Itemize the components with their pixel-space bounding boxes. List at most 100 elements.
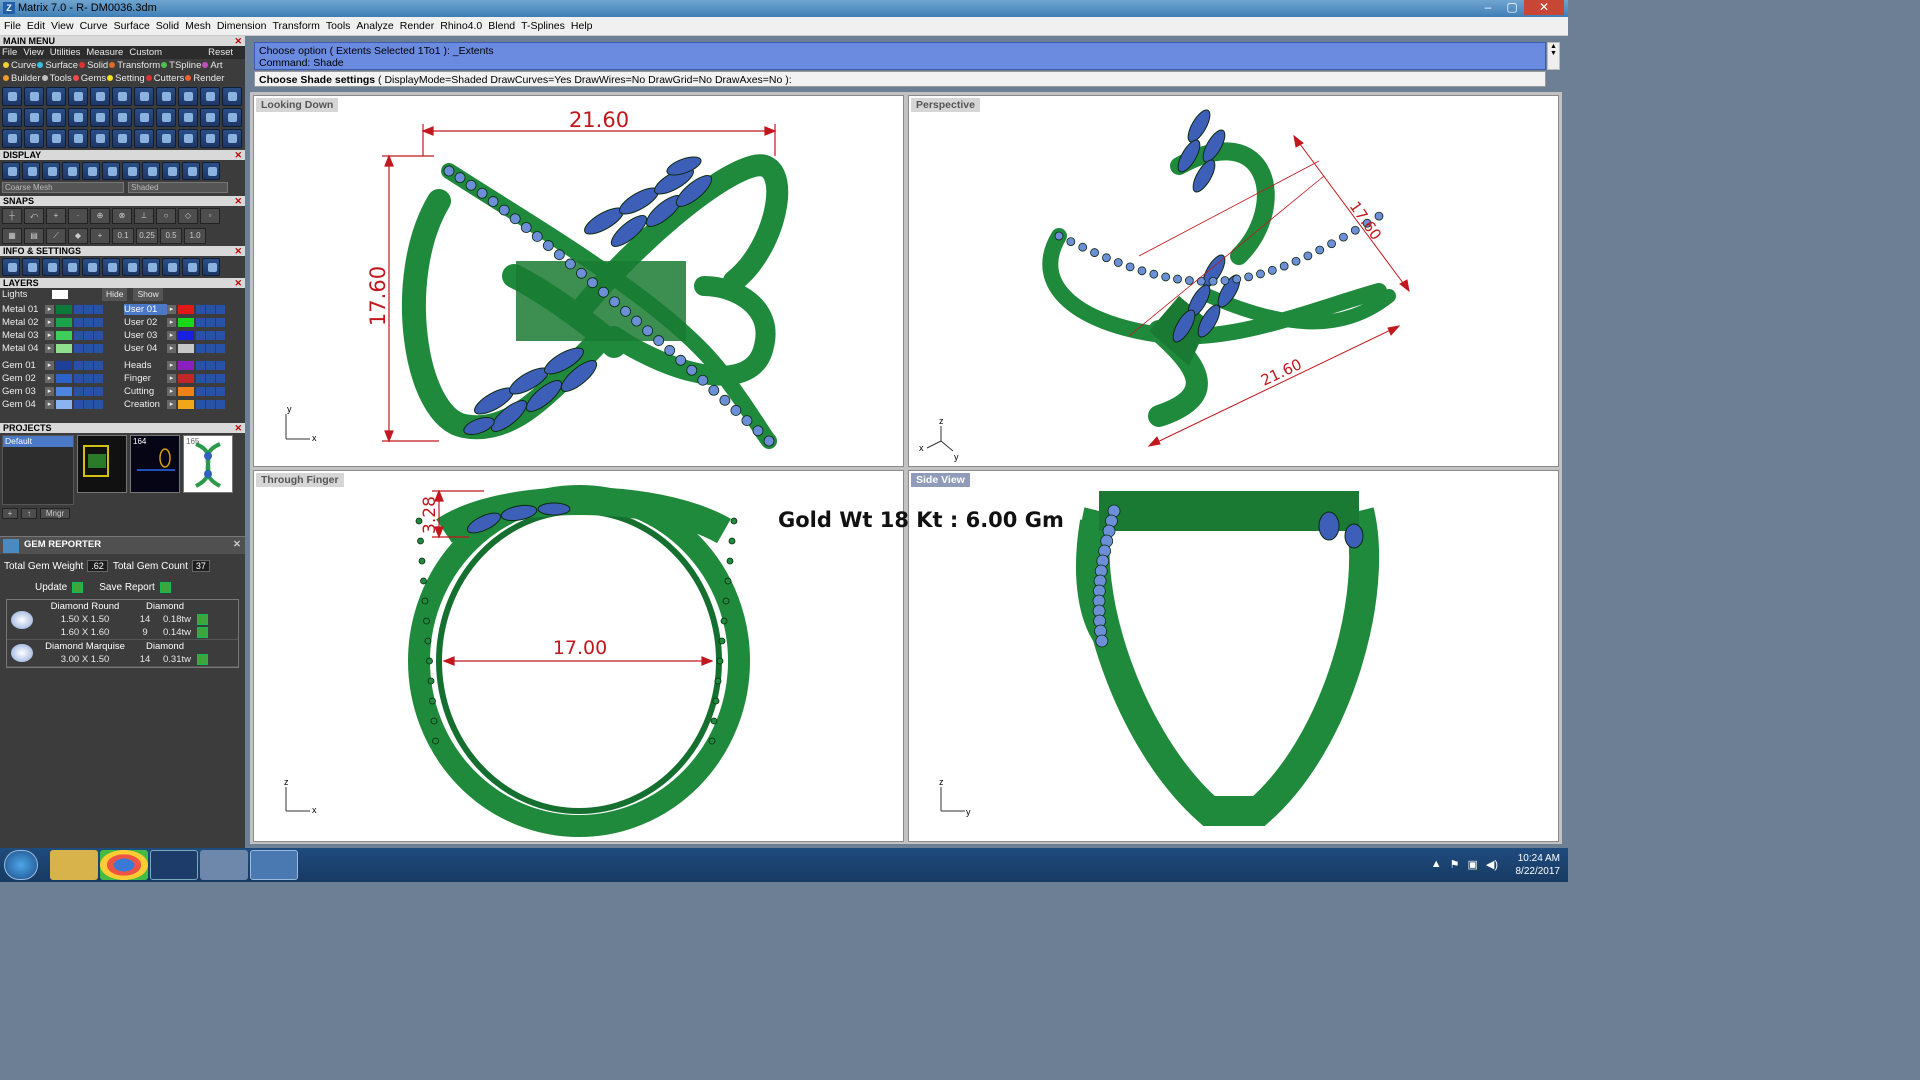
layer-row[interactable]: Creation ▸: [124, 398, 242, 411]
layer-color-swatch[interactable]: [178, 387, 194, 396]
layer-expand-icon[interactable]: ▸: [45, 331, 54, 340]
layer-row[interactable]: User 03 ▸: [124, 329, 242, 342]
layer-color-swatch[interactable]: [178, 374, 194, 383]
menu-help[interactable]: Help: [571, 20, 599, 32]
layer-row[interactable]: Gem 01 ▸: [2, 359, 120, 372]
minimize-button[interactable]: –: [1476, 0, 1500, 15]
project-thumbnail[interactable]: 164: [130, 435, 180, 493]
layer-visibility-icon[interactable]: [84, 331, 93, 340]
menu-dimension[interactable]: Dimension: [217, 20, 273, 32]
menu-edit[interactable]: Edit: [27, 20, 51, 32]
layer-lock-icon[interactable]: [196, 331, 205, 340]
layer-color-swatch[interactable]: [56, 305, 72, 314]
layer-visibility-icon[interactable]: [206, 344, 215, 353]
layer-lock-icon[interactable]: [196, 387, 205, 396]
info-tool-icon[interactable]: [2, 258, 20, 276]
layer-expand-icon[interactable]: ▸: [167, 387, 176, 396]
main-tool-icon[interactable]: [134, 129, 154, 148]
main-menu-item-cutters[interactable]: Cutters: [145, 73, 184, 84]
main-tool-icon[interactable]: [90, 108, 110, 127]
layer-render-icon[interactable]: [94, 318, 103, 327]
layer-row[interactable]: User 04 ▸: [124, 342, 242, 355]
layer-lock-icon[interactable]: [74, 374, 83, 383]
layer-lock-icon[interactable]: [74, 361, 83, 370]
snap-value-2[interactable]: 0.25: [136, 228, 158, 244]
layer-expand-icon[interactable]: ▸: [167, 374, 176, 383]
main-menu-item-setting[interactable]: Setting: [106, 73, 145, 84]
flag-icon[interactable]: ⚑: [1450, 858, 1460, 871]
close-icon[interactable]: ✕: [234, 36, 242, 46]
snap-perp-icon[interactable]: ⊥: [134, 208, 154, 224]
layer-lock-icon[interactable]: [196, 318, 205, 327]
layer-visibility-icon[interactable]: [206, 400, 215, 409]
main-tool-icon[interactable]: [46, 129, 66, 148]
snap-mid-icon[interactable]: ·: [68, 208, 88, 224]
display-tool-icon[interactable]: [122, 162, 140, 180]
viewport-title[interactable]: Perspective: [911, 98, 980, 112]
layer-row[interactable]: Gem 04 ▸: [2, 398, 120, 411]
display-tool-icon[interactable]: [62, 162, 80, 180]
display-tool-icon[interactable]: [142, 162, 160, 180]
layer-lock-icon[interactable]: [74, 331, 83, 340]
file-explorer-taskbar-icon[interactable]: [50, 850, 98, 880]
command-prompt[interactable]: Choose Shade settings ( DisplayMode=Shad…: [254, 71, 1546, 87]
main-tool-icon[interactable]: [156, 87, 176, 106]
main-menu-tab-measure[interactable]: Measure: [86, 47, 123, 58]
viewport-perspective[interactable]: Perspective 17.60 21.60 z x y: [908, 95, 1559, 467]
layer-name[interactable]: Heads: [124, 360, 167, 371]
project-thumbnail[interactable]: 165: [183, 435, 233, 493]
show-button[interactable]: Show: [133, 288, 163, 301]
viewport-looking-down[interactable]: Looking Down 21.60 17.60 y x: [253, 95, 904, 467]
layer-visibility-icon[interactable]: [84, 318, 93, 327]
layer-expand-icon[interactable]: ▸: [45, 361, 54, 370]
layer-color-swatch[interactable]: [56, 400, 72, 409]
layer-row[interactable]: Heads ▸: [124, 359, 242, 372]
layer-lock-icon[interactable]: [74, 387, 83, 396]
layer-color-swatch[interactable]: [178, 344, 194, 353]
main-menu-item-curve[interactable]: Curve: [2, 60, 36, 71]
menu-mesh[interactable]: Mesh: [185, 20, 217, 32]
matrix-taskbar-icon[interactable]: [150, 850, 198, 880]
main-tool-icon[interactable]: [24, 129, 44, 148]
layer-visibility-icon[interactable]: [84, 344, 93, 353]
display-tool-icon[interactable]: [162, 162, 180, 180]
layer-render-icon[interactable]: [216, 400, 225, 409]
display-tool-icon[interactable]: [82, 162, 100, 180]
layer-row[interactable]: Gem 02 ▸: [2, 372, 120, 385]
main-menu-tab-view[interactable]: View: [23, 47, 43, 58]
layer-visibility-icon[interactable]: [206, 361, 215, 370]
layer-row[interactable]: Gem 03 ▸: [2, 385, 120, 398]
menu-rhino4-0[interactable]: Rhino4.0: [440, 20, 488, 32]
layer-render-icon[interactable]: [216, 387, 225, 396]
osnap-icon[interactable]: ◆: [68, 228, 88, 244]
grid-icon[interactable]: ▦: [2, 228, 22, 244]
main-menu-tab-custom[interactable]: Custom: [129, 47, 162, 58]
main-tool-icon[interactable]: [68, 87, 88, 106]
layer-expand-icon[interactable]: ▸: [45, 305, 54, 314]
up-arrow-icon[interactable]: ↑: [21, 508, 37, 519]
main-tool-icon[interactable]: [222, 87, 242, 106]
layer-visibility-icon[interactable]: [206, 374, 215, 383]
ortho-icon[interactable]: ▤: [24, 228, 44, 244]
layer-expand-icon[interactable]: ▸: [45, 400, 54, 409]
main-tool-icon[interactable]: [2, 108, 22, 127]
main-tool-icon[interactable]: [2, 87, 22, 106]
layer-expand-icon[interactable]: ▸: [167, 400, 176, 409]
layer-lock-icon[interactable]: [74, 344, 83, 353]
layer-visibility-icon[interactable]: [84, 305, 93, 314]
close-icon[interactable]: ✕: [233, 537, 241, 553]
layer-render-icon[interactable]: [216, 305, 225, 314]
layer-render-icon[interactable]: [216, 361, 225, 370]
layer-row[interactable]: Metal 03 ▸: [2, 329, 120, 342]
update-button[interactable]: Update: [35, 582, 84, 593]
info-tool-icon[interactable]: [102, 258, 120, 276]
close-button[interactable]: ✕: [1524, 0, 1564, 15]
layer-name[interactable]: User 03: [124, 330, 167, 341]
info-tool-icon[interactable]: [122, 258, 140, 276]
main-tool-icon[interactable]: [46, 108, 66, 127]
layer-row[interactable]: Metal 02 ▸: [2, 316, 120, 329]
hide-button[interactable]: Hide: [102, 288, 128, 301]
main-tool-icon[interactable]: [68, 129, 88, 148]
layer-name[interactable]: Metal 02: [2, 317, 45, 328]
layer-row[interactable]: User 02 ▸: [124, 316, 242, 329]
